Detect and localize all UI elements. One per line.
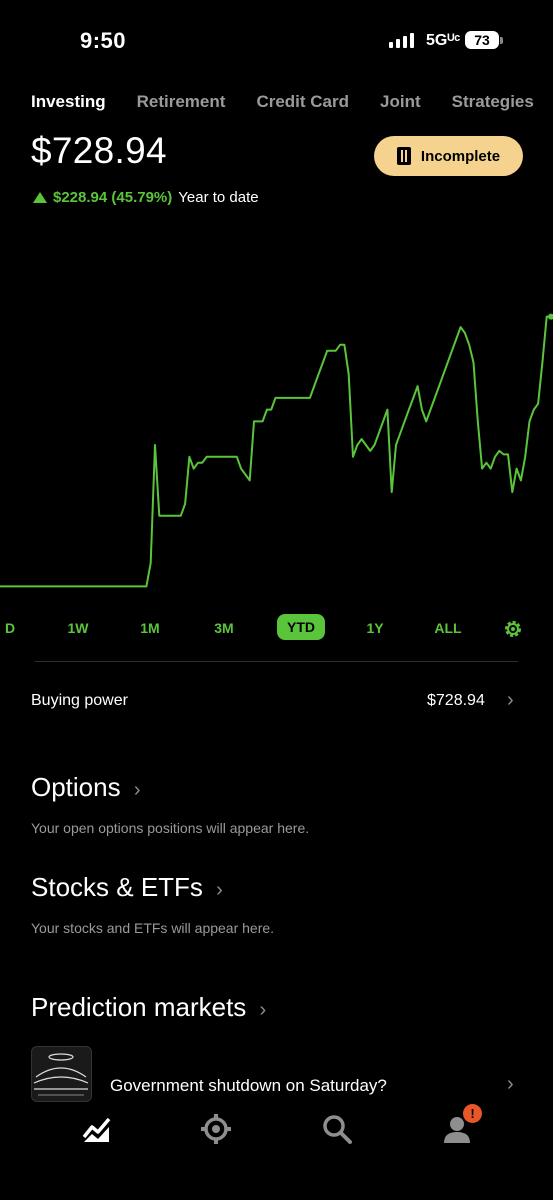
chevron-right-icon: › bbox=[216, 879, 223, 901]
stocks-subtitle: Your stocks and ETFs will appear here. bbox=[31, 920, 275, 936]
chart-current-point bbox=[548, 313, 553, 320]
buying-power-label[interactable]: Buying power bbox=[31, 692, 128, 710]
range-3m[interactable]: 3M bbox=[214, 620, 233, 636]
tab-credit-card[interactable]: Credit Card bbox=[256, 92, 349, 112]
market-thumbnail[interactable] bbox=[31, 1046, 92, 1102]
chart-icon[interactable] bbox=[81, 1113, 113, 1145]
search-icon[interactable] bbox=[321, 1113, 353, 1145]
change-amount: $228.94 (45.79%) bbox=[53, 189, 173, 206]
prediction-title[interactable]: Prediction markets › bbox=[31, 992, 266, 1023]
prediction-title-label: Prediction markets bbox=[31, 992, 247, 1022]
portfolio-chart[interactable] bbox=[0, 280, 553, 610]
divider bbox=[35, 661, 518, 662]
network-label: 5Gᵁᶜ bbox=[426, 32, 461, 49]
battery-icon: 73 bbox=[465, 31, 499, 49]
gear-icon[interactable] bbox=[503, 619, 523, 639]
change-period: Year to date bbox=[178, 189, 259, 206]
incomplete-button[interactable]: Incomplete bbox=[374, 136, 523, 176]
chevron-right-icon: › bbox=[259, 999, 267, 1021]
range-selector: D 1W 1M 3M YTD 1Y ALL bbox=[0, 614, 553, 644]
up-arrow-icon bbox=[33, 192, 47, 203]
stocks-title[interactable]: Stocks & ETFs › bbox=[31, 872, 223, 903]
buying-power-value[interactable]: $728.94 bbox=[427, 692, 485, 710]
portfolio-value: $728.94 bbox=[31, 130, 167, 171]
range-ytd[interactable]: YTD bbox=[277, 614, 325, 640]
account-tabs: Investing Retirement Credit Card Joint S… bbox=[31, 92, 553, 112]
range-1w[interactable]: 1W bbox=[68, 620, 89, 636]
range-all[interactable]: ALL bbox=[434, 620, 461, 636]
options-title-label: Options bbox=[31, 772, 121, 802]
options-subtitle: Your open options positions will appear … bbox=[31, 820, 310, 836]
incomplete-label: Incomplete bbox=[420, 147, 501, 165]
range-d[interactable]: D bbox=[5, 620, 15, 636]
checklist-icon bbox=[396, 147, 411, 165]
notification-badge: ! bbox=[463, 1104, 482, 1123]
stocks-title-label: Stocks & ETFs bbox=[31, 872, 203, 902]
options-title[interactable]: Options › bbox=[31, 772, 141, 803]
signal-icon bbox=[389, 33, 414, 48]
range-1y[interactable]: 1Y bbox=[366, 620, 383, 636]
range-1m[interactable]: 1M bbox=[140, 620, 159, 636]
portfolio-change: $228.94 (45.79%) Year to date bbox=[33, 189, 259, 206]
chevron-right-icon: › bbox=[133, 779, 141, 801]
chart-series-line bbox=[0, 315, 551, 588]
tab-strategies[interactable]: Strategies bbox=[452, 92, 534, 112]
capitol-icon bbox=[33, 1053, 89, 1096]
tab-retirement[interactable]: Retirement bbox=[137, 92, 226, 112]
tab-investing[interactable]: Investing bbox=[31, 92, 106, 112]
crypto-icon[interactable] bbox=[200, 1113, 232, 1145]
tab-joint[interactable]: Joint bbox=[380, 92, 421, 112]
chevron-right-icon[interactable]: › bbox=[507, 689, 514, 712]
battery-cap bbox=[500, 37, 503, 44]
chevron-right-icon[interactable]: › bbox=[507, 1073, 514, 1096]
status-time: 9:50 bbox=[80, 28, 127, 53]
market-question[interactable]: Government shutdown on Saturday? bbox=[110, 1076, 387, 1096]
